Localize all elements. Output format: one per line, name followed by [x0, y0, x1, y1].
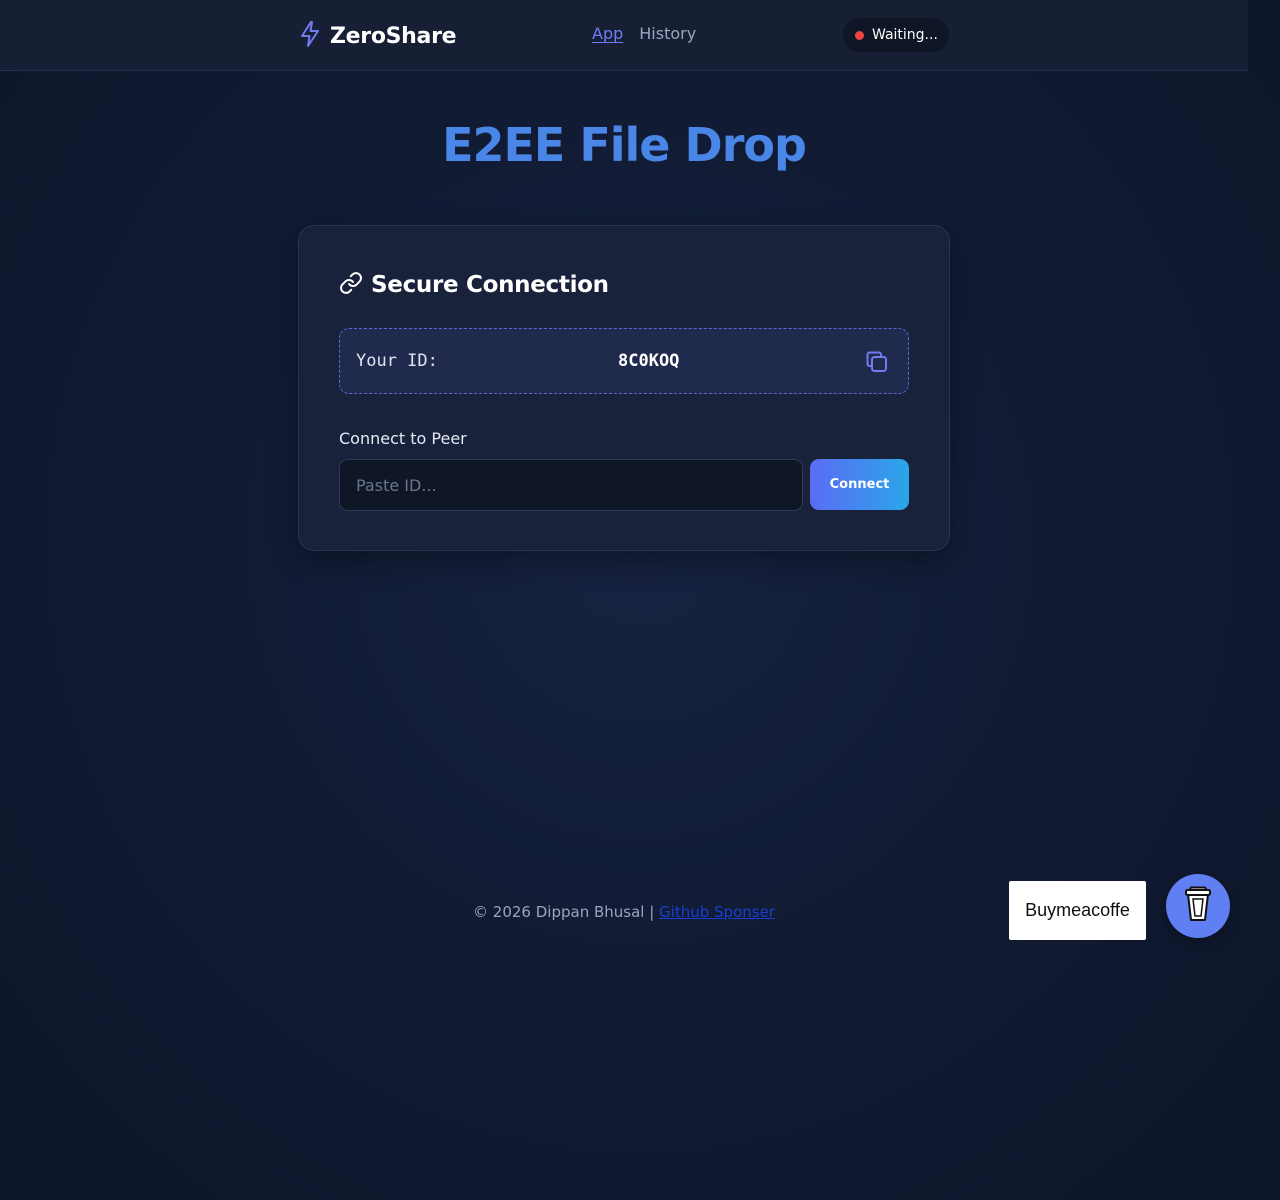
your-id-box: Your ID: 8C0KOQ [339, 328, 909, 394]
your-id-label: Your ID: [356, 351, 438, 371]
main-nav: App History [592, 24, 696, 43]
lightning-bolt-icon [298, 20, 322, 52]
brand[interactable]: ZeroShare [298, 20, 457, 52]
coffee-cup-icon [1183, 885, 1213, 927]
footer-copyright: © 2026 Dippan Bhusal | [473, 903, 660, 921]
nav-link-app[interactable]: App [592, 24, 623, 43]
card-title: Secure Connection [371, 272, 609, 298]
connect-button[interactable]: Connect [810, 459, 909, 510]
top-header: ZeroShare App History Waiting... [0, 0, 1248, 71]
secure-connection-card: Secure Connection Your ID: 8C0KOQ Connec… [298, 225, 950, 551]
card-header: Secure Connection [339, 271, 609, 299]
buy-me-a-coffee-tooltip: Buymeacoffe [1009, 881, 1146, 940]
link-icon [339, 271, 363, 299]
buy-me-a-coffee-button[interactable] [1166, 874, 1230, 938]
github-sponsor-link[interactable]: Github Sponser [659, 903, 775, 921]
connection-status-badge: Waiting... [843, 18, 949, 52]
status-text: Waiting... [872, 27, 938, 43]
connect-to-peer-label: Connect to Peer [339, 429, 467, 448]
status-dot-icon [855, 30, 864, 40]
page-title: E2EE File Drop [442, 118, 807, 172]
peer-id-input[interactable] [339, 459, 803, 511]
nav-link-history[interactable]: History [639, 24, 696, 43]
brand-name: ZeroShare [330, 23, 457, 49]
your-id-value: 8C0KOQ [618, 351, 680, 371]
copy-icon[interactable] [864, 349, 890, 375]
